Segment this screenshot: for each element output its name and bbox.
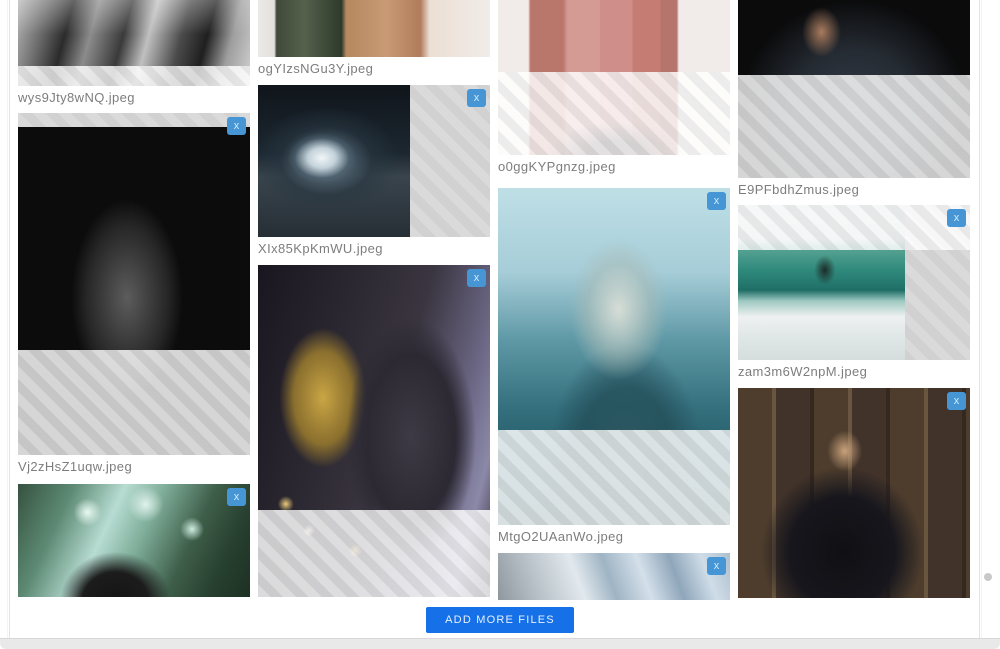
upload-progress-overlay [738,75,970,178]
file-thumbnail: x [738,205,970,360]
file-thumbnail: x [18,484,250,597]
photo-preview [258,85,410,237]
file-tile: x XIx85KpKmWU.jpeg [258,85,490,256]
file-thumbnail [258,0,490,57]
file-name: zam3m6W2npM.jpeg [738,364,868,379]
file-upload-gallery: wys9Jty8wNQ.jpeg x Vj2zHsZ1uqw.jpeg x og… [0,0,1000,649]
container-left-border [9,0,10,638]
file-tile: wys9Jty8wNQ.jpeg [18,0,250,105]
photo-preview [258,0,490,57]
remove-file-button[interactable]: x [227,488,246,506]
file-thumbnail: x [498,553,730,600]
photo-preview [18,484,250,597]
upload-progress-overlay [738,205,970,250]
file-tile: x [258,265,490,601]
file-thumbnail [738,0,970,178]
file-tile: ogYIzsNGu3Y.jpeg [258,0,490,76]
scroll-indicator-dot [984,573,992,581]
photo-preview [738,388,970,598]
upload-progress-overlay [498,72,730,155]
remove-file-button[interactable]: x [947,392,966,410]
file-thumbnail [18,0,250,86]
file-name: MtgO2UAanWo.jpeg [498,529,624,544]
file-tile: E9PFbdhZmus.jpeg [738,0,970,197]
file-tile: x [498,553,730,600]
file-thumbnail: x [738,388,970,598]
file-name: E9PFbdhZmus.jpeg [738,182,860,197]
file-tile: o0ggKYPgnzg.jpeg [498,0,730,174]
file-tile: x Vj2zHsZ1uqw.jpeg [18,113,250,474]
file-thumbnail: x [18,113,250,455]
footer-bar [0,638,1000,649]
file-tile: x MtgO2UAanWo.jpeg [498,188,730,544]
file-name: XIx85KpKmWU.jpeg [258,241,383,256]
add-more-files-button[interactable]: ADD MORE FILES [426,607,574,633]
file-thumbnail: x [498,188,730,525]
remove-file-button[interactable]: x [227,117,246,135]
file-tile: x [738,388,970,598]
remove-file-button[interactable]: x [707,557,726,575]
upload-progress-overlay [18,66,250,86]
file-name: ogYIzsNGu3Y.jpeg [258,61,374,76]
file-thumbnail: x [258,265,490,597]
file-tile: x [18,484,250,601]
remove-file-button[interactable]: x [467,89,486,107]
upload-progress-overlay [18,350,250,455]
upload-progress-overlay [258,510,490,597]
container-right-border [979,0,980,638]
file-thumbnail: x [258,85,490,237]
upload-progress-overlay [498,430,730,525]
file-name: Vj2zHsZ1uqw.jpeg [18,459,133,474]
file-thumbnail [498,0,730,155]
file-name: wys9Jty8wNQ.jpeg [18,90,135,105]
remove-file-button[interactable]: x [467,269,486,287]
remove-file-button[interactable]: x [947,209,966,227]
file-tile: x zam3m6W2npM.jpeg [738,205,970,379]
file-name: o0ggKYPgnzg.jpeg [498,159,616,174]
photo-preview [498,553,730,600]
remove-file-button[interactable]: x [707,192,726,210]
